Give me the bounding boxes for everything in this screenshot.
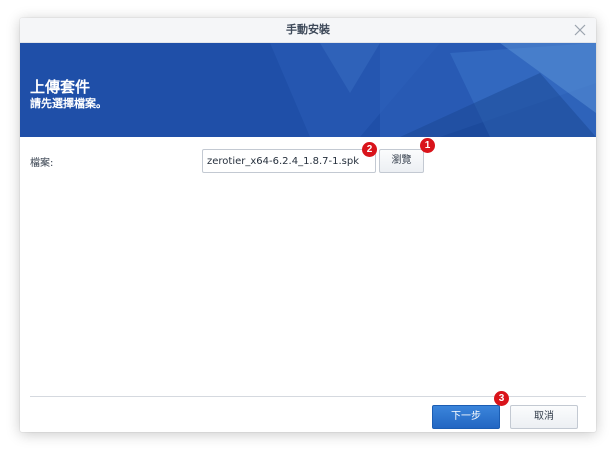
next-button[interactable]: 下一步	[432, 405, 500, 429]
file-path-input[interactable]	[202, 149, 376, 173]
cancel-button[interactable]: 取消	[510, 405, 578, 429]
close-button[interactable]	[570, 20, 590, 40]
step-badge-3: 3	[494, 391, 509, 406]
header-banner: 上傳套件 請先選擇檔案。	[20, 43, 596, 137]
banner-title: 上傳套件	[30, 78, 91, 96]
banner-subtitle: 請先選擇檔案。	[30, 97, 107, 110]
manual-install-dialog: 手動安裝 上傳套件 請先選擇檔案。 檔案: 瀏覽	[20, 18, 596, 432]
browse-button[interactable]: 瀏覽	[379, 149, 424, 173]
dialog-titlebar: 手動安裝	[20, 18, 596, 43]
step-badge-1: 1	[420, 138, 435, 153]
file-label: 檔案:	[30, 158, 54, 169]
dialog-title: 手動安裝	[286, 23, 330, 36]
banner-background	[20, 43, 596, 137]
screen: 手動安裝 上傳套件 請先選擇檔案。 檔案: 瀏覽	[0, 0, 615, 451]
step-badge-2: 2	[362, 142, 377, 157]
close-icon	[574, 24, 586, 36]
